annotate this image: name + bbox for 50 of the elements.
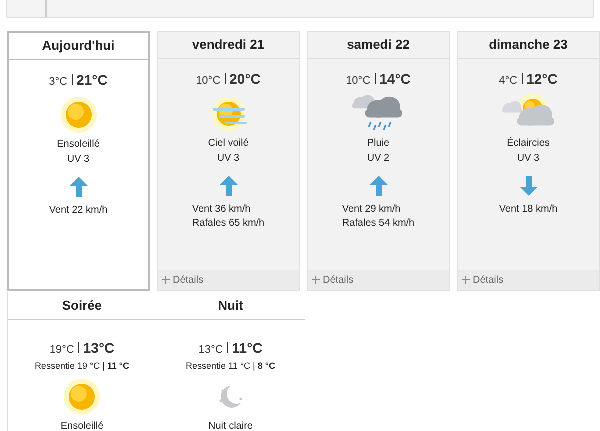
plus-icon [462, 276, 470, 284]
day-title: samedi 22 [347, 36, 410, 54]
condition-text: Ensoleillé [60, 420, 104, 431]
uv-index: UV 3 [517, 152, 540, 166]
details-link[interactable]: Détails [458, 270, 599, 290]
high-temperature: 11°C [232, 339, 263, 358]
period-title: Soirée [62, 296, 102, 315]
wind-gusts: Rafales 65 km/h [192, 217, 265, 231]
feels-like-text: Ressentie 19 °C | 11 °C [34, 360, 130, 373]
day-card[interactable]: Aujourd'hui 3°C 21°C Ensoleillé UV 3 Vent 22 km/h [7, 31, 150, 291]
up-arrow-icon [218, 175, 238, 197]
low-temperature: 10°C [196, 74, 221, 89]
feels-like-text: Ressentie 11 °C | 8 °C [186, 360, 276, 373]
wind-speed: Vent 18 km/h [499, 203, 558, 217]
low-temperature: 4°C [499, 74, 518, 89]
details-link[interactable]: Détails [158, 270, 299, 290]
down-arrow-icon [518, 175, 538, 197]
up-arrow-icon [68, 176, 88, 198]
day-card[interactable]: vendredi 21 10°C 20°C Ciel voilé UV 3 Vent 36 km/h Rafales 65 km/h Détails [157, 31, 300, 291]
condition-text: Nuit claire [208, 420, 253, 431]
low-temperature: 19°C [50, 343, 74, 358]
wind-speed: Vent 36 km/h [192, 203, 251, 217]
high-temperature: 13°C [83, 339, 115, 358]
high-temperature: 20°C [230, 70, 261, 89]
low-temperature: 3°C [49, 75, 68, 90]
low-temperature: 13°C [198, 343, 224, 358]
day-title: vendredi 21 [192, 36, 265, 54]
uv-index: UV 3 [67, 153, 90, 167]
day-card[interactable]: dimanche 23 4°C 12°C Éclaircies UV 3 Vent 18 km/h Détails [457, 31, 600, 291]
day-title: Aujourd'hui [42, 37, 115, 56]
day-title: dimanche 23 [489, 36, 568, 54]
plus-icon [312, 276, 320, 284]
day-card[interactable]: samedi 22 10°C 14°C Pluie UV 2 Vent 29 km/h Rafales 54 km/h Détails [307, 31, 450, 291]
condition-text: Ciel voilé [208, 137, 249, 151]
uv-index: UV 3 [217, 152, 240, 166]
high-temperature: 12°C [526, 70, 558, 89]
high-temperature: 14°C [380, 70, 411, 89]
condition-text: Pluie [367, 137, 390, 151]
details-link[interactable]: Détails [308, 270, 449, 290]
wind-speed: Vent 22 km/h [49, 204, 108, 218]
low-temperature: 10°C [346, 74, 371, 89]
wind-gusts: Rafales 54 km/h [342, 217, 415, 231]
high-temperature: 21°C [76, 71, 108, 90]
plus-icon [162, 276, 170, 284]
uv-index: UV 2 [367, 152, 390, 166]
condition-text: Ensoleillé [57, 138, 100, 152]
wind-speed: Vent 29 km/h [342, 203, 401, 217]
period-title: Nuit [218, 296, 244, 315]
up-arrow-icon [368, 175, 388, 197]
condition-text: Éclaircies [507, 136, 550, 151]
